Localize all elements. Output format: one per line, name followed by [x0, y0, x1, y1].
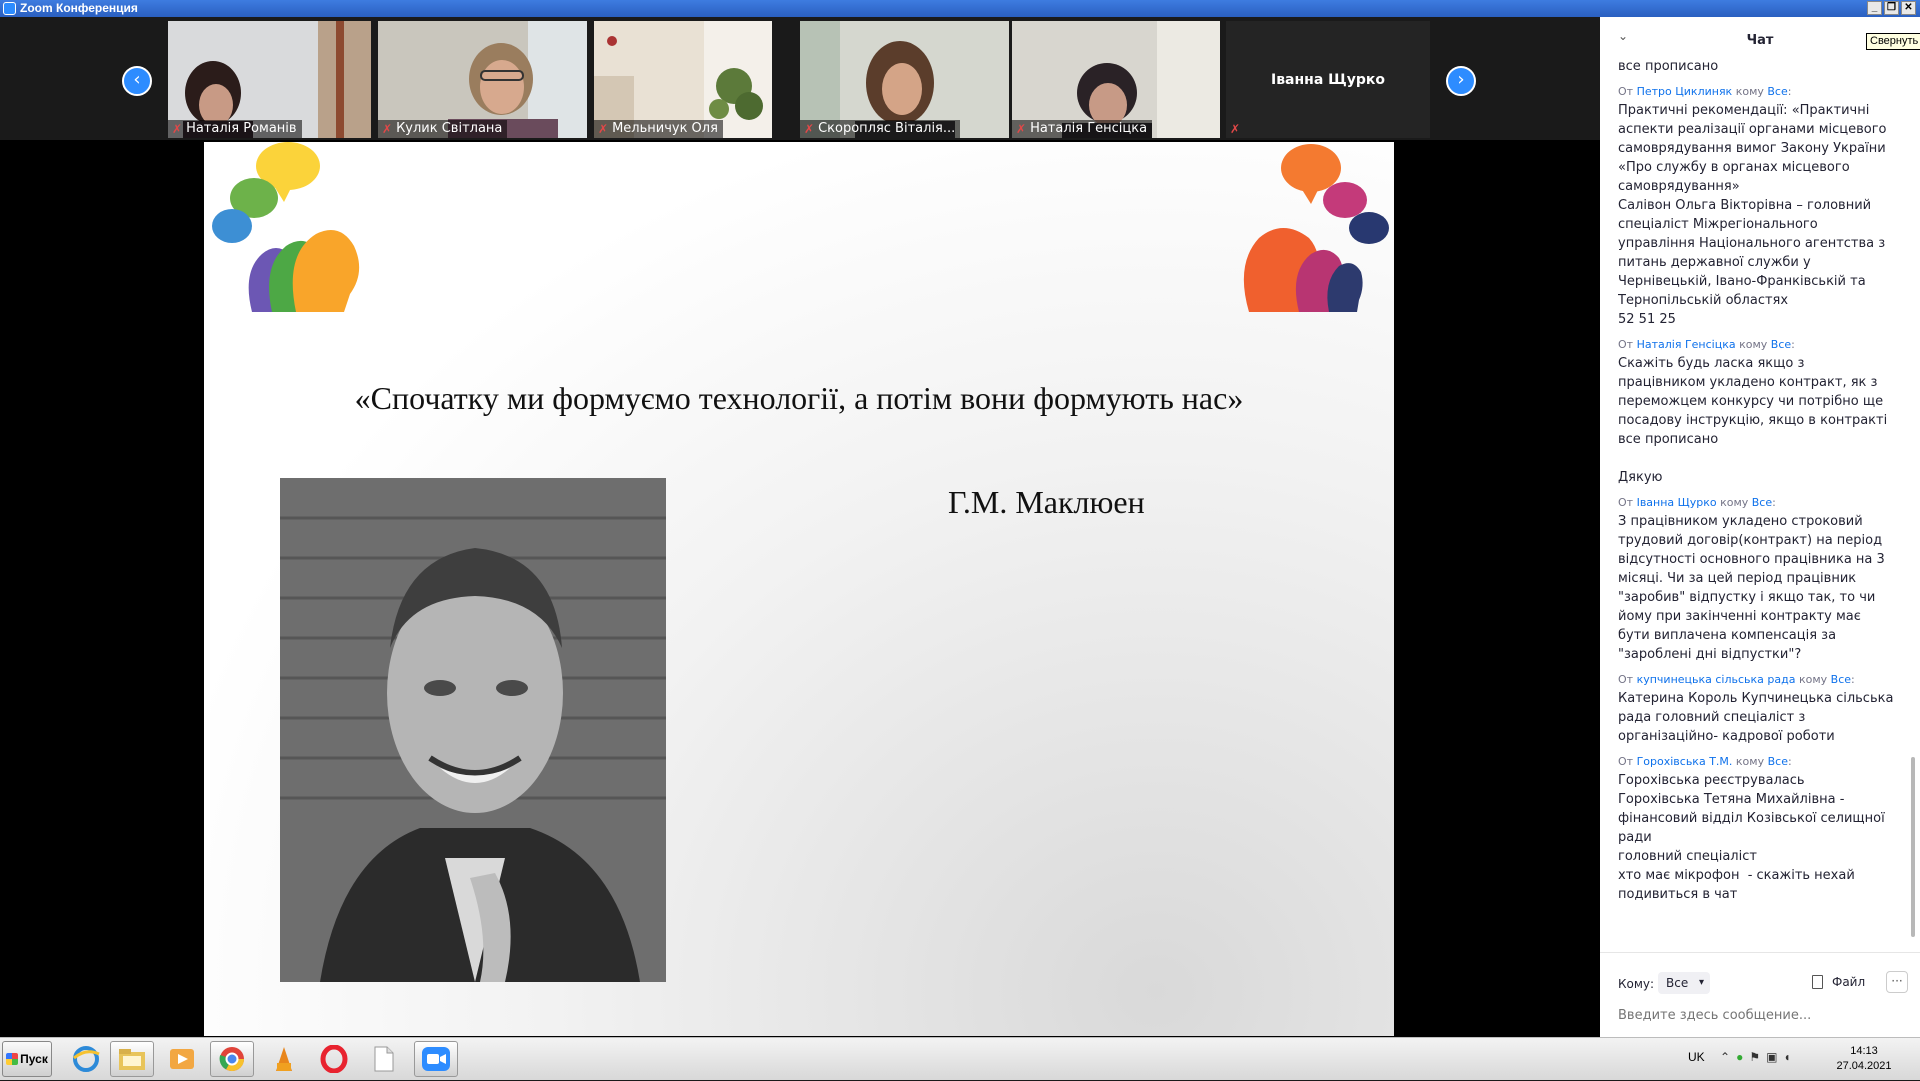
chrome-icon[interactable] [210, 1041, 254, 1077]
participant-video-tile[interactable]: ✗ Мельничук Оля [594, 21, 772, 138]
window-title-bar: Zoom Конференция _ ❐ ✕ [0, 0, 1920, 17]
portrait-photo [280, 478, 666, 982]
clock-date: 27.04.2021 [1836, 1060, 1892, 1072]
chat-message-body: Катерина Король Купчинецька сільська рада… [1618, 691, 1894, 744]
minimize-button[interactable]: _ [1867, 1, 1882, 15]
participant-name: Іванна Щурко [1270, 71, 1385, 88]
close-button[interactable]: ✕ [1901, 1, 1916, 15]
start-button[interactable]: Пуск [2, 1041, 52, 1077]
recipient-label: Кому: [1618, 977, 1655, 991]
portrait-image [280, 478, 666, 982]
chat-message-meta: От купчинецька сільська рада кому Все: [1618, 673, 1855, 686]
app-icon[interactable] [262, 1041, 306, 1077]
zoom-logo-icon [3, 2, 16, 15]
mic-muted-icon: ✗ [1230, 122, 1241, 136]
speech-bubbles-heads-left-icon [212, 142, 360, 312]
slide-quote: «Спочатку ми формуємо технології, а поті… [354, 380, 1244, 416]
chat-message-body: Скажіть будь ласка якщо з працівником укл… [1618, 356, 1888, 485]
chevron-right-icon: › [1457, 69, 1465, 90]
internet-explorer-icon[interactable] [64, 1041, 108, 1077]
collapse-tooltip: Свернуть [1866, 33, 1920, 50]
chevron-left-icon: ‹ [133, 69, 141, 90]
sender-name[interactable]: Петро Циклиняк [1637, 85, 1733, 98]
gallery-prev-button[interactable]: ‹ [122, 66, 152, 96]
participant-name-tag: ✗ Мельничук Оля [594, 120, 723, 138]
chat-message-body: Практичні рекомендації: «Практичні аспект… [1618, 103, 1887, 327]
chat-message-body: З працівником укладено строковий трудовий… [1618, 514, 1885, 662]
chat-message: От купчинецька сільська рада кому Все: К… [1618, 672, 1904, 746]
taskbar-clock[interactable]: 14:13 27.04.2021 [1818, 1044, 1910, 1074]
window-title: Zoom Конференция [20, 1, 138, 15]
mic-muted-icon: ✗ [1016, 122, 1027, 136]
participant-video-tile[interactable]: ✗ Скоропляс Віталія... [800, 21, 1009, 138]
chat-scrollbar[interactable] [1911, 757, 1915, 937]
file-button[interactable]: Файл [1832, 975, 1865, 989]
gallery-next-button[interactable]: › [1446, 66, 1476, 96]
chat-message-body: Горохівська реєструвалась Горохівська Тет… [1618, 773, 1885, 902]
sender-name[interactable]: Горохівська Т.М. [1637, 755, 1733, 768]
mic-muted-icon: ✗ [382, 122, 393, 136]
chat-message-meta: От Іванна Щурко кому Все: [1618, 496, 1776, 509]
participant-video-tile[interactable]: ✗ Наталія Романів [168, 21, 371, 138]
media-player-icon[interactable] [160, 1041, 204, 1077]
file-explorer-icon[interactable] [110, 1041, 154, 1077]
shared-screen-slide: «Спочатку ми формуємо технології, а поті… [204, 142, 1394, 1036]
meeting-area: ‹ ✗ Наталія Романів ✗ Кулик Світлана ✗ М… [0, 17, 1600, 1037]
chat-message-meta: От Петро Циклиняк кому Все: [1618, 85, 1792, 98]
zoom-icon[interactable] [414, 1041, 458, 1077]
tray-icons: ⌃ ● ⚑ ▣ ◖ [1720, 1050, 1791, 1064]
recipient-name[interactable]: Все [1771, 338, 1791, 351]
participant-name-tag: ✗ Наталія Генсіцка [1012, 120, 1153, 138]
windows-taskbar: Пуск UK ⌃ ● ⚑ ▣ ◖ 14:13 27.04.2021 [0, 1037, 1920, 1080]
mic-muted-icon: ✗ [598, 122, 609, 136]
chat-message: все прописано [1618, 57, 1904, 76]
chat-composer: Кому: Все ▾ Файл ··· [1600, 952, 1920, 1033]
chat-message-meta: От Горохівська Т.М. кому Все: [1618, 755, 1792, 768]
participant-name-tag: ✗ Скоропляс Віталія... [800, 120, 961, 138]
chat-message: От Іванна Щурко кому Все: З працівником … [1618, 495, 1904, 664]
update-icon[interactable]: ● [1736, 1050, 1743, 1064]
recipient-name[interactable]: Все [1767, 85, 1787, 98]
document-icon[interactable] [362, 1041, 406, 1077]
windows-logo-icon [6, 1053, 19, 1065]
sender-name[interactable]: купчинецька сільська рада [1637, 673, 1796, 686]
mic-muted-icon: ✗ [804, 122, 815, 136]
recipient-select[interactable]: Все ▾ [1658, 972, 1710, 994]
chat-panel: ⌄ Чат Свернуть все прописано От Петро Ци… [1600, 17, 1920, 1037]
window-controls: _ ❐ ✕ [1867, 1, 1916, 15]
language-indicator[interactable]: UK [1688, 1050, 1705, 1064]
clock-time: 14:13 [1850, 1045, 1878, 1057]
video-gallery-strip: ‹ ✗ Наталія Романів ✗ Кулик Світлана ✗ М… [0, 17, 1600, 140]
sender-name[interactable]: Наталія Генсіцка [1637, 338, 1736, 351]
recipient-name[interactable]: Все [1831, 673, 1851, 686]
chat-message: От Петро Циклиняк кому Все: Практичні ре… [1618, 84, 1904, 329]
speech-bubbles-heads-right-icon [1243, 144, 1389, 312]
chat-message: От Горохівська Т.М. кому Все: Горохівськ… [1618, 754, 1904, 904]
opera-icon[interactable] [312, 1041, 356, 1077]
restore-button[interactable]: ❐ [1884, 1, 1899, 15]
participant-video-tile[interactable]: Іванна Щурко ✗ [1226, 21, 1430, 138]
chat-messages[interactable]: все прописано От Петро Циклиняк кому Все… [1618, 57, 1904, 937]
chevron-down-icon: ▾ [1698, 977, 1704, 988]
sender-name[interactable]: Іванна Щурко [1637, 496, 1717, 509]
participant-video-tile[interactable]: ✗ Кулик Світлана [378, 21, 587, 138]
more-options-button[interactable]: ··· [1886, 971, 1908, 993]
recipient-name[interactable]: Все [1768, 755, 1788, 768]
participant-video-tile[interactable]: ✗ Наталія Генсіцка [1012, 21, 1220, 138]
chat-message-body: все прописано [1618, 59, 1719, 74]
volume-icon[interactable]: ◖ [1783, 1050, 1790, 1064]
chat-message-input[interactable] [1618, 1003, 1898, 1027]
flag-icon[interactable]: ⚑ [1749, 1050, 1760, 1064]
show-hidden-icons-icon[interactable]: ⌃ [1720, 1050, 1730, 1064]
mic-muted-icon: ✗ [172, 122, 183, 136]
participant-name-tag: ✗ Наталія Романів [168, 120, 302, 138]
file-icon[interactable] [1812, 975, 1823, 989]
chat-message-meta: От Наталія Генсіцка кому Все: [1618, 338, 1795, 351]
slide-author: Г.М. Маклюен [948, 484, 1145, 520]
participant-name-tag: ✗ Кулик Світлана [378, 120, 508, 138]
chat-message: От Наталія Генсіцка кому Все: Скажіть бу… [1618, 337, 1904, 487]
recipient-name[interactable]: Все [1752, 496, 1772, 509]
network-icon[interactable]: ▣ [1766, 1050, 1777, 1064]
